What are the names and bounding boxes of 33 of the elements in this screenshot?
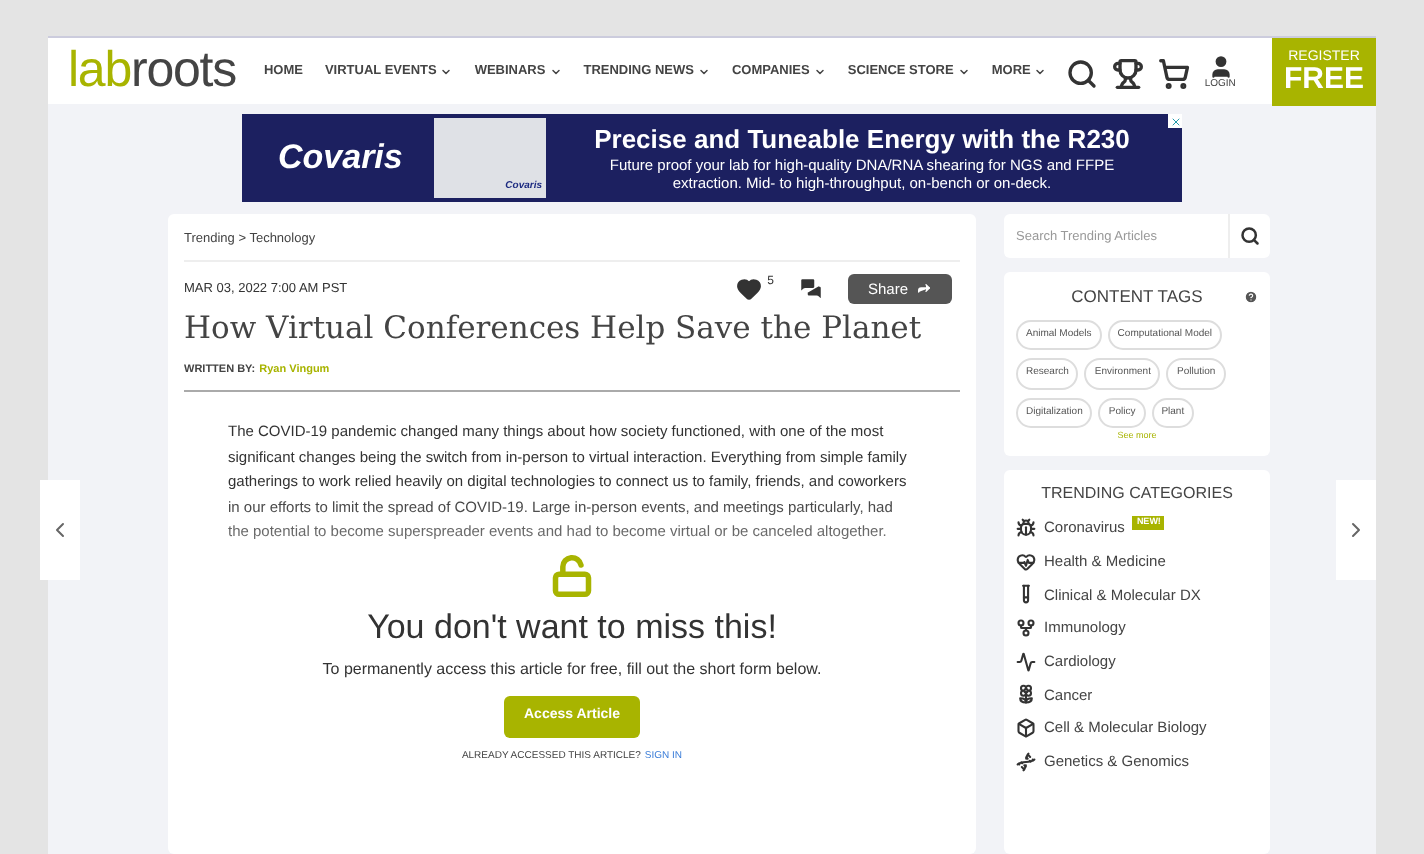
category-icon	[1016, 684, 1036, 705]
comments-icon[interactable]	[797, 275, 824, 302]
search-button[interactable]	[1228, 214, 1270, 258]
category-icon	[1016, 584, 1036, 605]
search-icon[interactable]	[1066, 57, 1099, 89]
category-icon	[1016, 551, 1036, 572]
category-icon	[1016, 651, 1036, 672]
search-icon	[1240, 226, 1260, 246]
cart-icon[interactable]	[1158, 57, 1191, 89]
caret-icon	[957, 65, 970, 77]
caret-icon	[697, 65, 710, 77]
trophy-icon[interactable]	[1112, 57, 1145, 89]
category-icon	[1016, 717, 1036, 738]
category-icon	[1016, 518, 1036, 539]
gate-heading: You don't want to miss this!	[367, 605, 777, 650]
caret-icon	[813, 65, 826, 77]
heart-icon[interactable]	[735, 275, 762, 302]
labroots-logo[interactable]: labroots	[68, 46, 236, 96]
gate-text: To permanently access this article for free, fill out the short form below.	[322, 658, 822, 683]
caret-icon	[1034, 65, 1047, 77]
help-icon[interactable]	[1244, 289, 1258, 304]
category-icon	[1016, 751, 1036, 771]
unlock-icon	[550, 553, 594, 598]
caret-icon	[549, 65, 562, 77]
article-title: How Virtual Conferences Help Save the Planet	[184, 308, 922, 350]
caret-icon	[440, 65, 453, 77]
category-icon	[1016, 617, 1036, 638]
panel-title: TRENDING CATEGORIES	[1041, 482, 1233, 506]
ad-brand-logo: Covaris	[278, 136, 405, 181]
close-icon[interactable]	[1168, 114, 1182, 128]
share-arrow-icon	[916, 280, 932, 297]
panel-title: CONTENT TAGS	[1071, 284, 1203, 310]
ad-headline: Precise and Tuneable Energy with the R230	[594, 123, 1130, 157]
